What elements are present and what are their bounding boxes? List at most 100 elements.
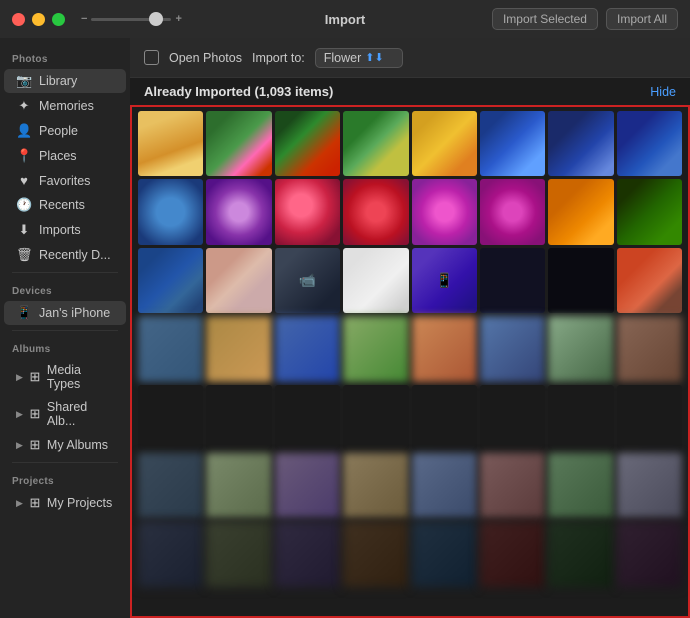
photo-cell[interactable] bbox=[343, 179, 408, 244]
photo-cell[interactable] bbox=[343, 453, 408, 518]
photo-cell[interactable] bbox=[480, 453, 545, 518]
sidebar-item-recently-deleted[interactable]: 🗑 Recently D... bbox=[4, 243, 126, 267]
photo-cell[interactable] bbox=[343, 111, 408, 176]
main-layout: Photos 📷 Library ✦ Memories 👤 People 📍 P… bbox=[0, 38, 690, 618]
photo-cell[interactable] bbox=[275, 316, 340, 381]
sidebar-item-recents[interactable]: 🕐 Recents bbox=[4, 193, 126, 217]
photo-cell[interactable] bbox=[548, 521, 613, 586]
people-icon: 👤 bbox=[16, 123, 32, 139]
import-selected-button[interactable]: Import Selected bbox=[492, 8, 598, 30]
sidebar-item-memories[interactable]: ✦ Memories bbox=[4, 94, 126, 118]
photo-cell[interactable] bbox=[548, 111, 613, 176]
photo-cell[interactable] bbox=[138, 316, 203, 381]
photo-cell[interactable] bbox=[206, 248, 271, 313]
photo-cell[interactable] bbox=[138, 111, 203, 176]
photo-cell[interactable] bbox=[480, 248, 545, 313]
expand-arrow-my-albums: ▶ bbox=[16, 440, 23, 451]
photo-cell[interactable] bbox=[343, 521, 408, 586]
photo-cell[interactable] bbox=[275, 453, 340, 518]
photo-cell[interactable] bbox=[548, 248, 613, 313]
my-projects-icon: ⊞ bbox=[27, 495, 43, 511]
photo-cell[interactable] bbox=[548, 453, 613, 518]
minimize-button[interactable] bbox=[32, 13, 45, 26]
photo-cell[interactable] bbox=[617, 111, 682, 176]
photo-cell[interactable] bbox=[412, 521, 477, 586]
sidebar-item-jans-iphone[interactable]: 📱 Jan's iPhone bbox=[4, 301, 126, 325]
hide-link[interactable]: Hide bbox=[650, 85, 676, 99]
photo-cell[interactable] bbox=[617, 521, 682, 586]
maximize-button[interactable] bbox=[52, 13, 65, 26]
zoom-out-icon[interactable]: − bbox=[81, 13, 87, 25]
iphone-icon: 📱 bbox=[16, 305, 32, 321]
photo-cell[interactable] bbox=[617, 453, 682, 518]
my-albums-icon: ⊞ bbox=[27, 437, 43, 453]
sidebar-item-favorites[interactable]: ♥ Favorites bbox=[4, 169, 126, 192]
sidebar-item-media-types[interactable]: ▶ ⊞ Media Types bbox=[4, 359, 126, 395]
import-to-label: Import to: bbox=[252, 51, 305, 65]
already-imported-text: Already Imported (1,093 items) bbox=[144, 84, 333, 99]
photo-cell[interactable] bbox=[617, 385, 682, 450]
photo-cell[interactable] bbox=[343, 316, 408, 381]
photo-cell[interactable] bbox=[138, 385, 203, 450]
sidebar-label-places: Places bbox=[39, 149, 77, 163]
photo-cell[interactable] bbox=[206, 316, 271, 381]
photo-cell[interactable] bbox=[412, 453, 477, 518]
photo-cell[interactable] bbox=[480, 316, 545, 381]
photo-cell[interactable] bbox=[412, 385, 477, 450]
photo-cell[interactable] bbox=[275, 111, 340, 176]
photo-grid-container[interactable]: 📹 📱 bbox=[130, 105, 690, 618]
photo-cell[interactable]: 📱 bbox=[412, 248, 477, 313]
open-photos-checkbox[interactable] bbox=[144, 50, 159, 65]
photo-cell[interactable] bbox=[343, 385, 408, 450]
photo-cell[interactable] bbox=[206, 385, 271, 450]
sidebar-item-shared-albums[interactable]: ▶ ⊞ Shared Alb... bbox=[4, 396, 126, 432]
photo-cell[interactable] bbox=[480, 111, 545, 176]
photo-cell[interactable] bbox=[617, 248, 682, 313]
photo-cell[interactable] bbox=[275, 521, 340, 586]
sidebar-label-jans-iphone: Jan's iPhone bbox=[39, 306, 110, 320]
photo-cell[interactable] bbox=[138, 179, 203, 244]
photo-cell[interactable] bbox=[480, 385, 545, 450]
photo-cell[interactable] bbox=[275, 385, 340, 450]
zoom-slider[interactable] bbox=[91, 18, 171, 21]
photo-cell[interactable] bbox=[548, 385, 613, 450]
shared-albums-icon: ⊞ bbox=[27, 406, 43, 422]
photo-cell[interactable] bbox=[480, 521, 545, 586]
dropdown-arrow-icon: ⬆⬇ bbox=[365, 51, 383, 64]
photo-cell[interactable] bbox=[412, 111, 477, 176]
photo-cell[interactable] bbox=[617, 179, 682, 244]
photo-cell[interactable] bbox=[548, 316, 613, 381]
sidebar-item-my-projects[interactable]: ▶ ⊞ My Projects bbox=[4, 491, 126, 515]
favorites-icon: ♥ bbox=[16, 173, 32, 188]
album-dropdown[interactable]: Flower ⬆⬇ bbox=[315, 48, 403, 68]
photo-cell[interactable] bbox=[206, 521, 271, 586]
photo-cell[interactable] bbox=[206, 453, 271, 518]
photo-cell[interactable] bbox=[412, 316, 477, 381]
photo-cell[interactable] bbox=[275, 179, 340, 244]
photo-cell[interactable] bbox=[138, 521, 203, 586]
sidebar-divider-1 bbox=[12, 272, 118, 273]
close-button[interactable] bbox=[12, 13, 25, 26]
photo-cell[interactable]: 📹 bbox=[275, 248, 340, 313]
photo-cell[interactable] bbox=[548, 179, 613, 244]
photo-cell[interactable] bbox=[412, 179, 477, 244]
photo-cell[interactable] bbox=[138, 453, 203, 518]
memories-icon: ✦ bbox=[16, 98, 32, 114]
photo-cell[interactable] bbox=[617, 316, 682, 381]
photo-cell[interactable] bbox=[206, 179, 271, 244]
zoom-in-icon[interactable]: + bbox=[175, 13, 181, 25]
sidebar-item-people[interactable]: 👤 People bbox=[4, 119, 126, 143]
photo-cell[interactable] bbox=[206, 111, 271, 176]
sidebar-label-media-types: Media Types bbox=[47, 363, 114, 391]
import-all-button[interactable]: Import All bbox=[606, 8, 678, 30]
sidebar-item-library[interactable]: 📷 Library bbox=[4, 69, 126, 93]
sidebar-item-imports[interactable]: ⬇ Imports bbox=[4, 218, 126, 242]
sidebar-item-places[interactable]: 📍 Places bbox=[4, 144, 126, 168]
photo-cell[interactable] bbox=[343, 248, 408, 313]
zoom-control: − + bbox=[81, 13, 492, 25]
photo-cell[interactable] bbox=[138, 248, 203, 313]
photo-cell[interactable] bbox=[480, 179, 545, 244]
sidebar-label-memories: Memories bbox=[39, 99, 94, 113]
sidebar-item-my-albums[interactable]: ▶ ⊞ My Albums bbox=[4, 433, 126, 457]
trash-icon: 🗑 bbox=[16, 247, 32, 263]
